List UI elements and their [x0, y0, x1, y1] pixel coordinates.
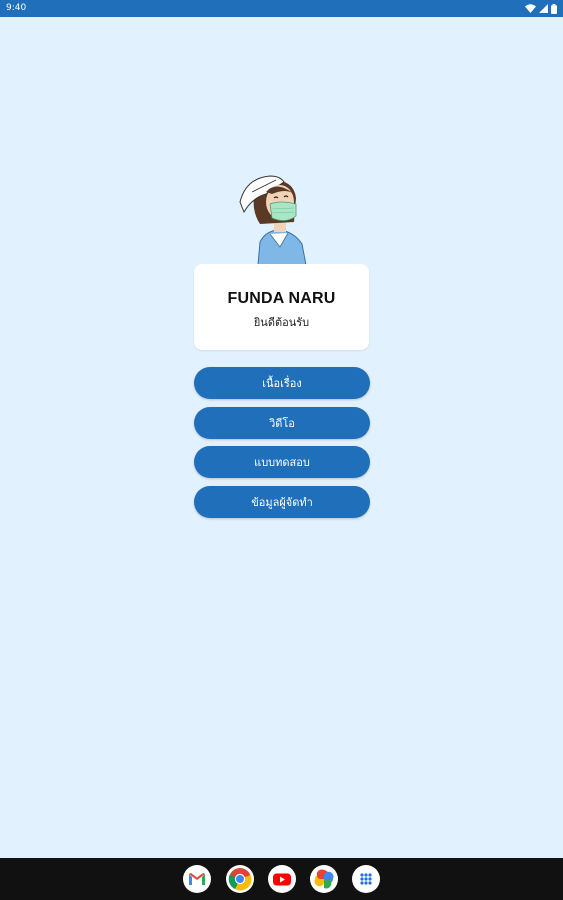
battery-icon — [551, 3, 557, 14]
status-bar: 9:40 — [0, 0, 563, 17]
about-button[interactable]: ข้อมูลผู้จัดทำ — [194, 486, 370, 518]
photos-icon[interactable] — [310, 865, 338, 893]
gmail-icon[interactable] — [183, 865, 211, 893]
status-time: 9:40 — [6, 3, 27, 13]
app-drawer-icon[interactable] — [352, 865, 380, 893]
chrome-icon[interactable] — [226, 865, 254, 893]
app-title: FUNDA NARU — [227, 290, 336, 307]
app-screen: 9:40 FUNDA NARU ยินดีต้อนรับ เนื้อเรื่อง… — [0, 0, 563, 900]
youtube-icon[interactable] — [268, 865, 296, 893]
nurse-illustration — [236, 172, 308, 266]
welcome-subtitle: ยินดีต้อนรับ — [253, 316, 310, 329]
signal-icon — [539, 4, 548, 13]
quiz-button[interactable]: แบบทดสอบ — [194, 446, 370, 478]
navigation-bar — [0, 858, 563, 900]
welcome-card: FUNDA NARU ยินดีต้อนรับ — [194, 264, 369, 350]
video-button[interactable]: วิดีโอ — [194, 407, 370, 439]
story-button[interactable]: เนื้อเรื่อง — [194, 367, 370, 399]
status-icons — [525, 3, 557, 14]
wifi-icon — [525, 4, 536, 13]
